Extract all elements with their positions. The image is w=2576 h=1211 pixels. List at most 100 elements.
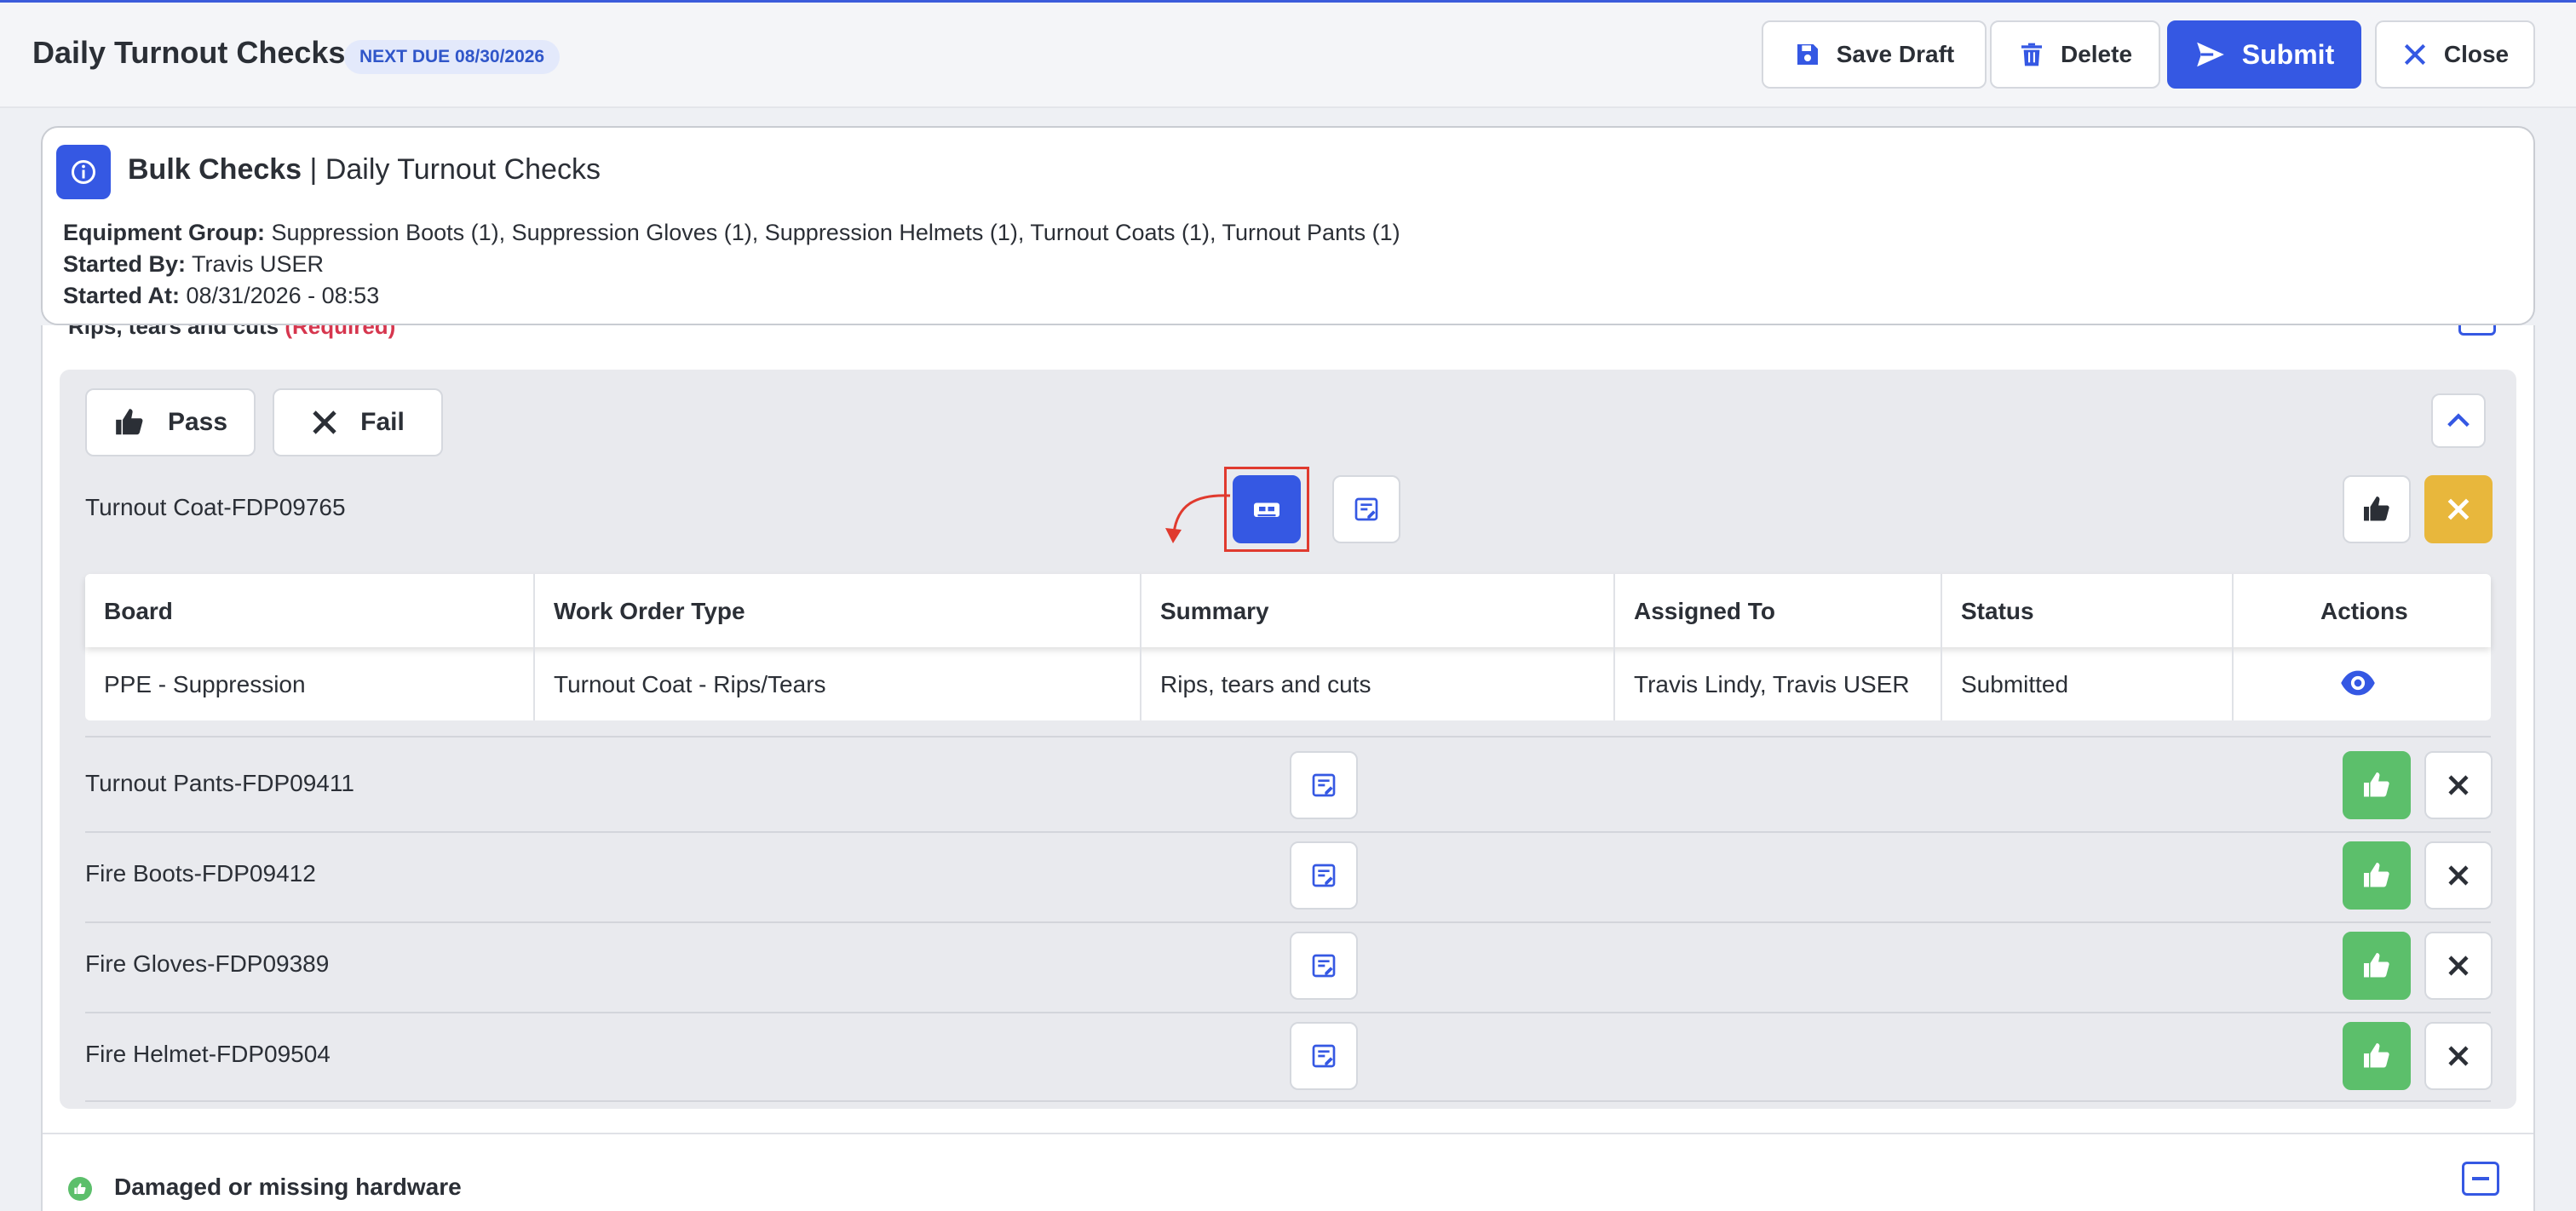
chevron-up-icon <box>2447 413 2470 428</box>
equipment-item-name: Fire Gloves-FDP09389 <box>85 950 330 977</box>
column-header-status: Status <box>1961 598 2034 624</box>
column-divider <box>1140 574 1141 720</box>
thumbs-up-icon <box>2364 863 2389 887</box>
thumbs-up-icon <box>2364 1043 2389 1068</box>
fail-item-button[interactable] <box>2424 1022 2493 1090</box>
pass-item-button[interactable] <box>2343 475 2411 543</box>
view-work-order-button[interactable] <box>2339 668 2377 703</box>
add-note-button[interactable] <box>1290 751 1358 819</box>
note-edit-icon <box>1312 954 1336 978</box>
save-draft-button[interactable]: Save Draft <box>1762 20 1987 89</box>
column-header-work-order-type: Work Order Type <box>554 598 745 624</box>
fail-label: Fail <box>360 408 405 436</box>
column-divider <box>1941 574 1942 720</box>
trash-icon <box>2021 43 2042 66</box>
checklist-name: | Daily Turnout Checks <box>302 153 601 186</box>
thumbs-up-icon <box>2364 953 2389 978</box>
row-divider <box>85 736 2491 738</box>
note-edit-icon <box>1312 773 1336 797</box>
pass-item-button[interactable] <box>2343 751 2411 819</box>
submit-button[interactable]: Submit <box>2167 20 2361 89</box>
cell-status: Submitted <box>1961 671 2069 697</box>
send-icon <box>2196 42 2224 67</box>
fire-truck-icon <box>1254 502 1279 517</box>
x-icon <box>2448 775 2469 795</box>
started-by-label: Started By: <box>63 251 187 277</box>
x-icon <box>2448 956 2469 976</box>
equipment-item-name: Fire Helmet-FDP09504 <box>85 1041 331 1067</box>
next-check-label: Damaged or missing hardware <box>114 1174 462 1200</box>
started-at-label: Started At: <box>63 283 181 308</box>
row-divider <box>85 921 2491 923</box>
annotation-arrow <box>1165 494 1231 543</box>
collapse-button[interactable] <box>2431 393 2486 448</box>
close-icon <box>2404 43 2425 66</box>
cell-assigned-to: Travis Lindy, Travis USER <box>1634 671 1910 697</box>
fail-item-button[interactable] <box>2424 932 2493 1000</box>
column-header-actions: Actions <box>2320 598 2408 624</box>
cell-summary: Rips, tears and cuts <box>1160 671 1371 697</box>
next-due-badge: NEXT DUE 08/30/2026 <box>344 40 561 74</box>
next-check-row[interactable]: Damaged or missing hardware <box>43 1133 2533 1211</box>
checks-scroll-area[interactable]: Rips, tears and cuts (Required) Pass Fai… <box>41 325 2535 1211</box>
equipment-item-name: Fire Boots-FDP09412 <box>85 860 316 887</box>
started-by-value: Travis USER <box>186 251 325 277</box>
add-note-button[interactable] <box>1290 932 1358 1000</box>
work-order-button[interactable] <box>1233 475 1301 543</box>
row-divider <box>85 1012 2491 1013</box>
fail-all-button[interactable]: Fail <box>273 388 443 456</box>
pass-item-button[interactable] <box>2343 932 2411 1000</box>
x-icon <box>2447 498 2470 520</box>
fail-item-button[interactable] <box>2424 475 2493 543</box>
thumbs-up-icon <box>2364 772 2389 797</box>
check-passed-icon <box>68 1177 92 1201</box>
add-note-button[interactable] <box>1290 841 1358 910</box>
pass-label: Pass <box>167 408 228 436</box>
started-at-value: 08/31/2026 - 08:53 <box>180 283 380 308</box>
collapse-toggle-minus-icon[interactable] <box>2462 1162 2499 1196</box>
x-icon <box>2448 1046 2469 1066</box>
equipment-item-name: Turnout Coat-FDP09765 <box>85 494 346 520</box>
thumbs-up-icon <box>116 409 143 435</box>
pass-all-button[interactable]: Pass <box>85 388 256 456</box>
required-marker: (Required) <box>285 325 396 339</box>
page-header: Daily Turnout Checks NEXT DUE 08/30/2026… <box>0 3 2576 108</box>
column-divider <box>2232 574 2234 720</box>
delete-button[interactable]: Delete <box>1990 20 2160 89</box>
add-note-button[interactable] <box>1332 475 1400 543</box>
check-item-panel: Pass Fail Turnout Coat-FDP09765 Board Wo… <box>60 370 2516 1109</box>
work-order-table: Board Work Order Type Summary Assigned T… <box>85 574 2491 720</box>
equipment-group-label: Equipment Group: <box>63 220 265 245</box>
check-item-label: Rips, tears and cuts (Required) <box>68 325 395 340</box>
equipment-group-line: Equipment Group: Suppression Boots (1), … <box>63 220 1400 246</box>
note-edit-icon <box>1312 864 1336 887</box>
started-by-line: Started By: Travis USER <box>63 251 324 278</box>
check-item-name: Rips, tears and cuts <box>68 325 285 339</box>
save-draft-label: Save Draft <box>1836 41 1955 67</box>
started-at-line: Started At: 08/31/2026 - 08:53 <box>63 283 379 309</box>
column-header-summary: Summary <box>1160 598 1269 624</box>
bulk-checks-info-card: Bulk Checks | Daily Turnout Checks Equip… <box>41 126 2535 325</box>
row-divider <box>85 831 2491 833</box>
row-divider <box>85 1100 2491 1102</box>
collapse-check-toggle[interactable] <box>2458 325 2496 336</box>
x-icon <box>313 410 336 434</box>
table-header: Board Work Order Type Summary Assigned T… <box>85 574 2491 647</box>
column-header-assigned-to: Assigned To <box>1634 598 1775 624</box>
delete-label: Delete <box>2060 41 2133 67</box>
page-title: Daily Turnout Checks <box>32 35 346 70</box>
info-icon <box>56 145 111 199</box>
thumbs-up-icon <box>2364 496 2389 521</box>
note-edit-icon <box>1354 497 1378 521</box>
eye-icon <box>2341 670 2375 696</box>
column-divider <box>1613 574 1615 720</box>
info-card-title: Bulk Checks | Daily Turnout Checks <box>128 153 601 187</box>
note-edit-icon <box>1312 1044 1336 1068</box>
fail-item-button[interactable] <box>2424 841 2493 910</box>
add-note-button[interactable] <box>1290 1022 1358 1090</box>
fail-item-button[interactable] <box>2424 751 2493 819</box>
close-button[interactable]: Close <box>2375 20 2535 89</box>
pass-item-button[interactable] <box>2343 841 2411 910</box>
pass-item-button[interactable] <box>2343 1022 2411 1090</box>
column-divider <box>533 574 535 720</box>
